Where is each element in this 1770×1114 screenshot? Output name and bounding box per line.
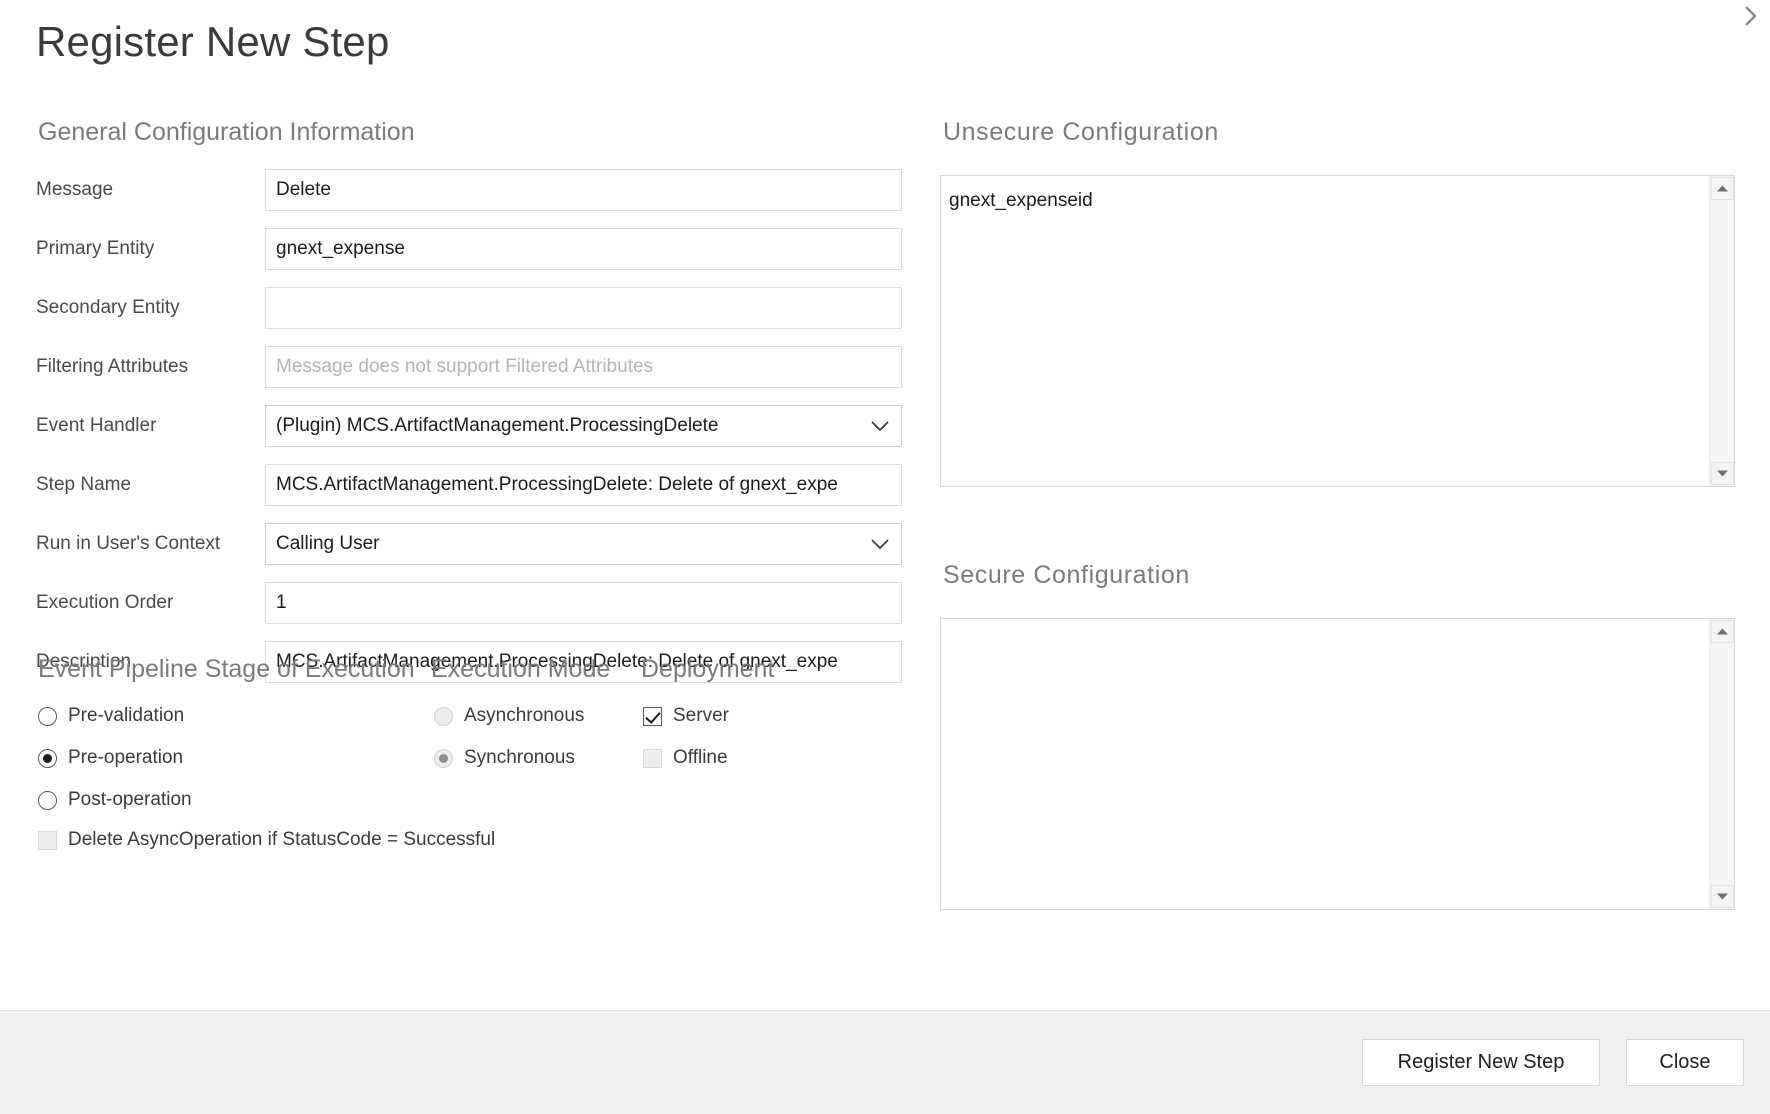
event-handler-dropdown[interactable]: (Plugin) MCS.ArtifactManagement.Processi… xyxy=(265,405,902,447)
label-event-handler: Event Handler xyxy=(36,415,157,436)
secure-configuration-scrollbar[interactable] xyxy=(1709,619,1734,909)
general-configuration-heading: General Configuration Information xyxy=(38,118,415,146)
event-handler-selected-value: (Plugin) MCS.ArtifactManagement.Processi… xyxy=(276,415,719,436)
radio-label-asynchronous: Asynchronous xyxy=(464,705,585,726)
radio-circle-icon xyxy=(38,706,57,726)
checkbox-check-icon xyxy=(643,706,662,726)
options-headings: Event Pipeline Stage of Execution Execut… xyxy=(36,655,836,689)
unsecure-configuration-heading: Unsecure Configuration xyxy=(943,118,1219,146)
checkbox-square-icon xyxy=(38,830,57,850)
checkbox-square-icon xyxy=(643,748,662,768)
label-primary-entity: Primary Entity xyxy=(36,238,155,259)
field-row-secondary-entity: Secondary Entity xyxy=(36,287,906,329)
scroll-down-arrow-icon[interactable] xyxy=(1710,885,1734,908)
radio-circle-selected-icon xyxy=(434,748,453,768)
step-name-input[interactable] xyxy=(265,464,902,506)
radio-label-synchronous: Synchronous xyxy=(464,747,575,768)
label-message: Message xyxy=(36,179,114,200)
control-primary-entity xyxy=(265,228,902,270)
unsecure-configuration-scrollbar[interactable] xyxy=(1709,176,1734,486)
label-step-name: Step Name xyxy=(36,474,132,495)
message-input[interactable] xyxy=(265,169,902,211)
field-row-step-name: Step Name xyxy=(36,464,906,506)
control-secondary-entity xyxy=(265,287,902,329)
checkbox-label-offline: Offline xyxy=(673,747,728,768)
radio-asynchronous[interactable]: Asynchronous xyxy=(434,705,584,727)
scroll-up-arrow-icon[interactable] xyxy=(1710,620,1734,643)
radio-label-pre-operation: Pre-operation xyxy=(68,747,184,768)
field-row-event-handler: Event Handler (Plugin) MCS.ArtifactManag… xyxy=(36,405,906,447)
execution-mode-heading: Execution Mode xyxy=(431,655,611,683)
field-row-primary-entity: Primary Entity xyxy=(36,228,906,270)
secure-configuration-box xyxy=(940,618,1735,910)
control-event-handler: (Plugin) MCS.ArtifactManagement.Processi… xyxy=(265,405,902,447)
options-columns: Pre-validation Pre-operation Post-operat… xyxy=(36,701,836,881)
execution-order-input[interactable] xyxy=(265,582,902,624)
dialog-body: Register New Step General Configuration … xyxy=(0,0,1770,1010)
register-new-step-dialog: Register New Step General Configuration … xyxy=(0,0,1770,1114)
radio-pre-operation[interactable]: Pre-operation xyxy=(38,747,183,769)
unsecure-configuration-textarea[interactable]: gnext_expenseid xyxy=(941,176,1709,486)
filtering-attributes-input[interactable] xyxy=(265,346,902,388)
checkbox-server[interactable]: Server xyxy=(643,705,729,727)
event-pipeline-stage-heading: Event Pipeline Stage of Execution xyxy=(38,655,415,683)
unsecure-configuration-box: gnext_expenseid xyxy=(940,175,1735,487)
secure-configuration-textarea[interactable] xyxy=(941,619,1709,909)
label-run-in-users-context: Run in User's Context xyxy=(36,533,221,554)
radio-pre-validation[interactable]: Pre-validation xyxy=(38,705,184,727)
label-secondary-entity: Secondary Entity xyxy=(36,297,180,318)
scroll-up-arrow-icon[interactable] xyxy=(1710,177,1734,200)
run-in-users-context-dropdown[interactable]: Calling User xyxy=(265,523,902,565)
run-in-users-context-selected-value: Calling User xyxy=(276,533,380,554)
checkbox-offline[interactable]: Offline xyxy=(643,747,728,769)
radio-circle-icon xyxy=(38,790,57,810)
control-step-name xyxy=(265,464,902,506)
control-run-in-users-context: Calling User xyxy=(265,523,902,565)
general-configuration-section: General Configuration Information Messag… xyxy=(36,118,906,700)
primary-entity-input[interactable] xyxy=(265,228,902,270)
field-row-message: Message xyxy=(36,169,906,211)
scroll-down-arrow-icon[interactable] xyxy=(1710,462,1734,485)
label-filtering-attributes: Filtering Attributes xyxy=(36,356,189,377)
radio-circle-selected-icon xyxy=(38,748,57,768)
field-row-run-in-users-context: Run in User's Context Calling User xyxy=(36,523,906,565)
close-button[interactable]: Close xyxy=(1626,1039,1744,1086)
control-execution-order xyxy=(265,582,902,624)
control-message xyxy=(265,169,902,211)
checkbox-label-delete-asyncoperation: Delete AsyncOperation if StatusCode = Su… xyxy=(68,829,496,850)
chevron-down-icon xyxy=(869,533,891,555)
secondary-entity-input[interactable] xyxy=(265,287,902,329)
radio-label-pre-validation: Pre-validation xyxy=(68,705,185,726)
chevron-down-icon xyxy=(869,415,891,437)
checkbox-delete-asyncoperation[interactable]: Delete AsyncOperation if StatusCode = Su… xyxy=(38,829,495,851)
label-execution-order: Execution Order xyxy=(36,592,174,613)
field-row-execution-order: Execution Order xyxy=(36,582,906,624)
deployment-heading: Deployment xyxy=(641,655,775,683)
field-row-filtering-attributes: Filtering Attributes xyxy=(36,346,906,388)
radio-label-post-operation: Post-operation xyxy=(68,789,192,810)
dialog-footer: Register New Step Close xyxy=(0,1010,1770,1114)
page-title: Register New Step xyxy=(36,18,390,65)
configuration-section: Unsecure Configuration gnext_expenseid S… xyxy=(940,118,1735,910)
radio-circle-icon xyxy=(434,706,453,726)
register-new-step-button[interactable]: Register New Step xyxy=(1362,1039,1600,1086)
options-section: Event Pipeline Stage of Execution Execut… xyxy=(36,655,836,881)
secure-configuration-heading: Secure Configuration xyxy=(943,561,1190,589)
control-filtering-attributes xyxy=(265,346,902,388)
radio-synchronous[interactable]: Synchronous xyxy=(434,747,575,769)
checkbox-label-server: Server xyxy=(673,705,729,726)
radio-post-operation[interactable]: Post-operation xyxy=(38,789,192,811)
